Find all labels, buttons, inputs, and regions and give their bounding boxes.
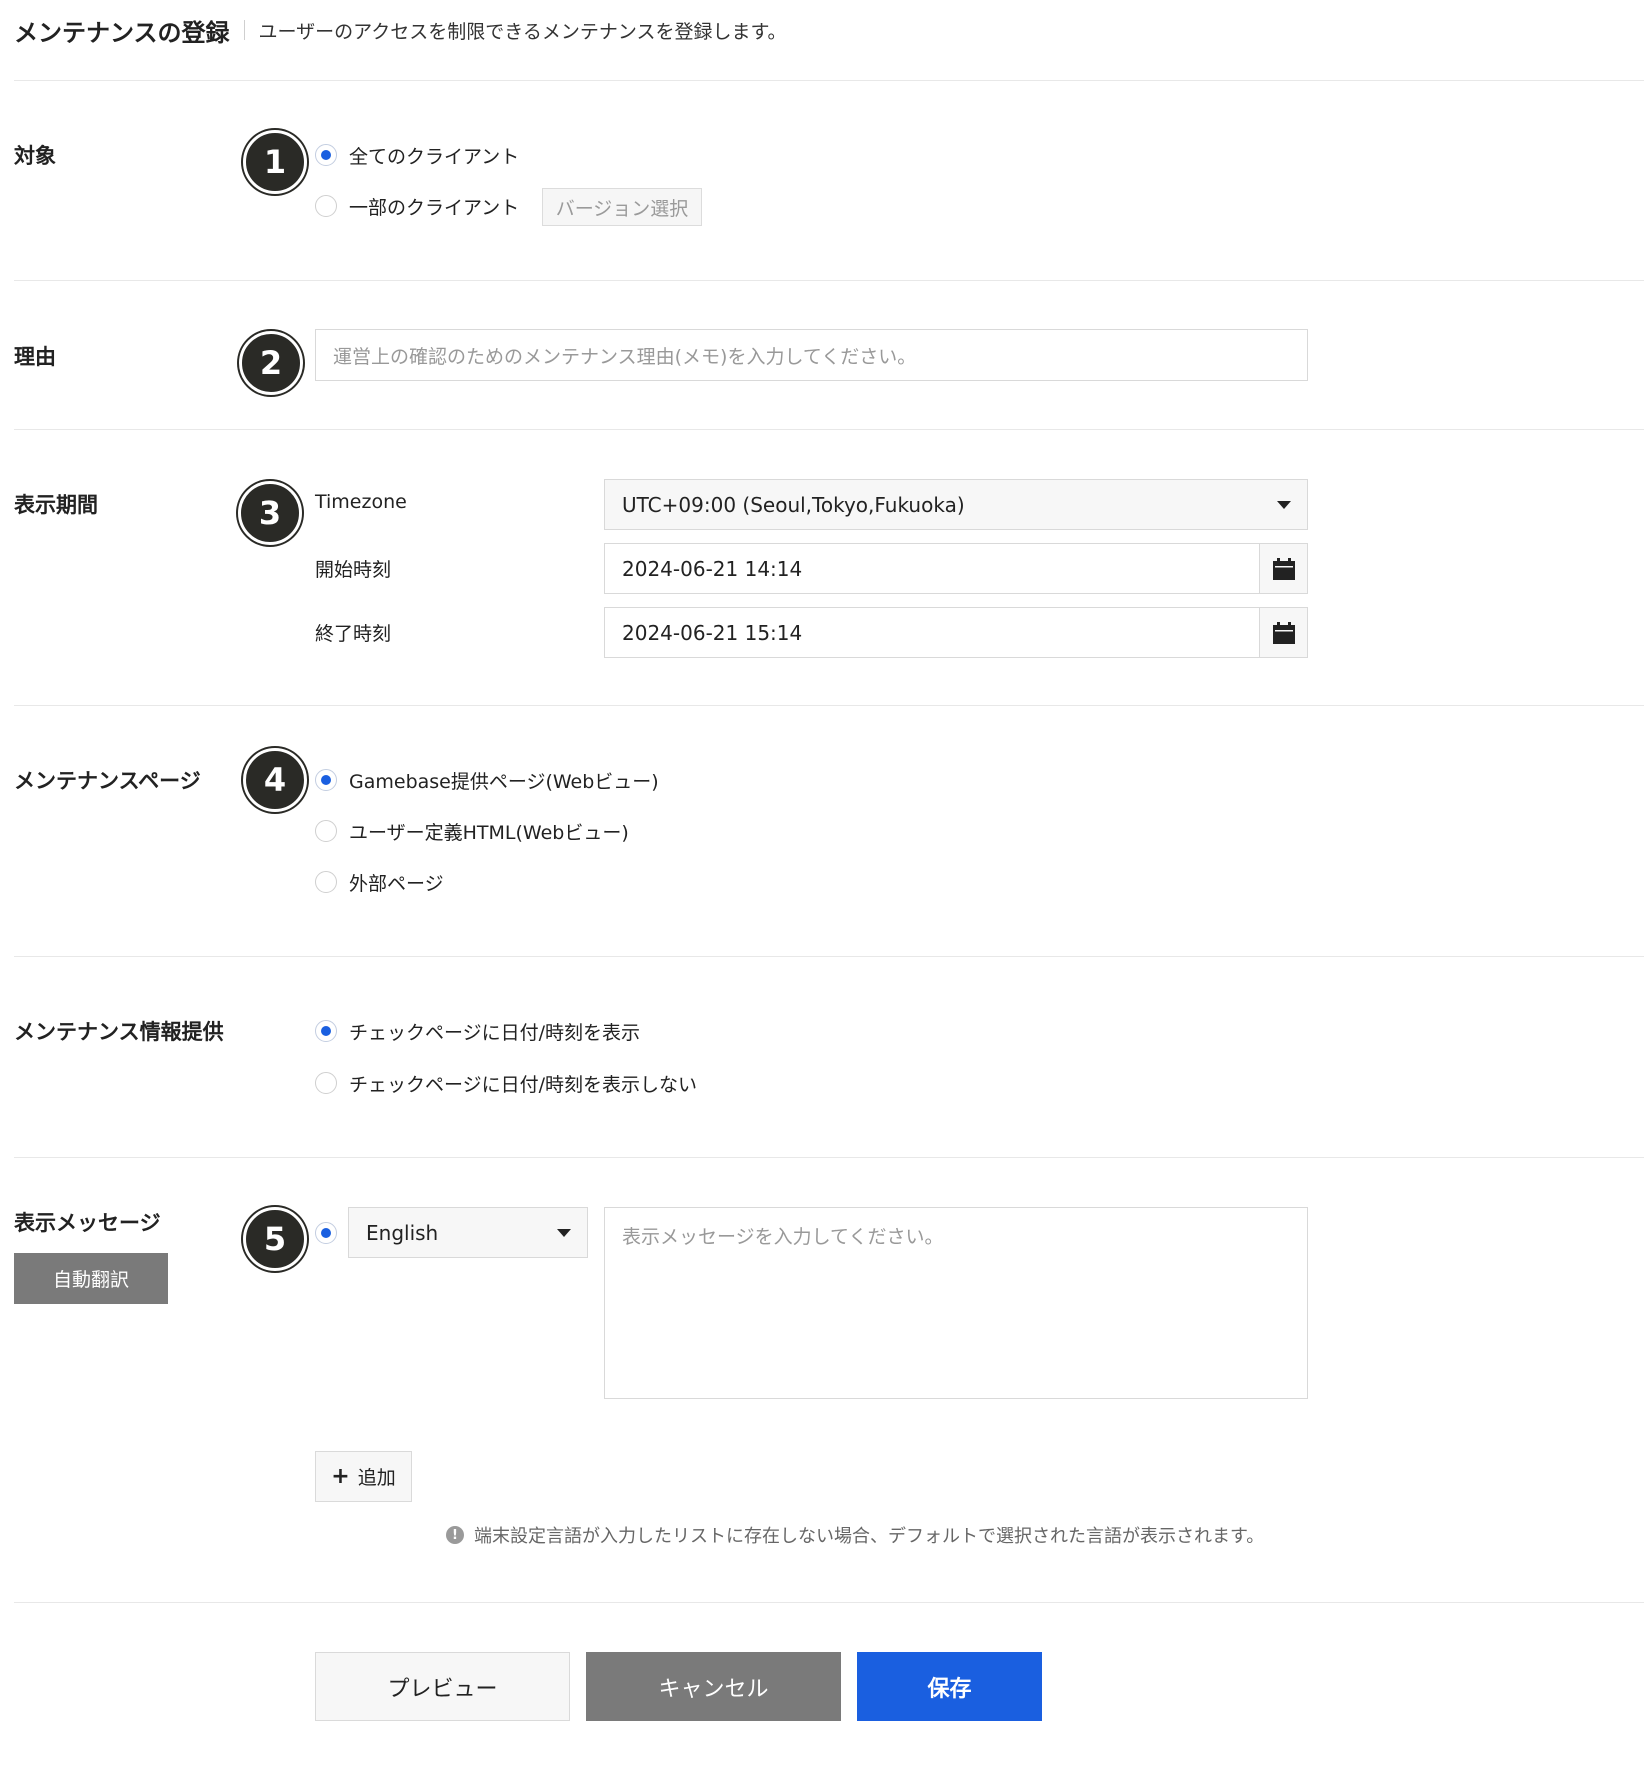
- radio-label: 一部のクライアント: [349, 196, 520, 219]
- radio-button[interactable]: [315, 769, 337, 791]
- maintenance-page-label: メンテナンスページ: [14, 769, 201, 793]
- divider: [14, 80, 1644, 81]
- radio-button[interactable]: [315, 144, 337, 166]
- radio-label: 外部ページ: [349, 872, 444, 895]
- radio-button[interactable]: [315, 820, 337, 842]
- caret-down-icon: [1277, 500, 1291, 509]
- radio-label: チェックページに日付/時刻を表示しない: [349, 1073, 698, 1096]
- radio-button[interactable]: [315, 1020, 337, 1042]
- info-icon: !: [446, 1526, 464, 1544]
- language-select[interactable]: English: [348, 1207, 588, 1258]
- divider: [14, 1157, 1644, 1158]
- start-time-value: 2024-06-21 14:14: [622, 556, 803, 581]
- step-badge-2: 2: [239, 331, 303, 395]
- calendar-icon: [1272, 621, 1295, 644]
- divider: [14, 956, 1644, 957]
- start-calendar-button[interactable]: [1259, 544, 1307, 593]
- radio-button[interactable]: [315, 1222, 337, 1244]
- step-badge-5: 5: [243, 1207, 307, 1271]
- page-title: メンテナンスの登録: [14, 18, 230, 47]
- end-time-label: 終了時刻: [315, 623, 392, 645]
- radio-all-clients[interactable]: 全てのクライアント: [315, 140, 519, 170]
- caret-down-icon: [557, 1228, 571, 1237]
- radio-label: ユーザー定義HTML(Webビュー): [349, 821, 629, 844]
- radio-button[interactable]: [315, 195, 337, 217]
- radio-show-datetime[interactable]: チェックページに日付/時刻を表示: [315, 1016, 640, 1046]
- save-button[interactable]: 保存: [857, 1652, 1042, 1721]
- divider: [14, 429, 1644, 430]
- message-textarea[interactable]: 表示メッセージを入力してください。: [604, 1207, 1308, 1399]
- radio-button[interactable]: [315, 1072, 337, 1094]
- end-time-input[interactable]: 2024-06-21 15:14: [604, 607, 1308, 658]
- plus-icon: +: [331, 1464, 350, 1489]
- radio-custom-html[interactable]: ユーザー定義HTML(Webビュー): [315, 816, 629, 846]
- radio-label: 全てのクライアント: [349, 145, 520, 168]
- divider: [14, 280, 1644, 281]
- version-select-button[interactable]: バージョン選択: [542, 188, 702, 226]
- radio-label: Gamebase提供ページ(Webビュー): [349, 770, 659, 793]
- reason-input[interactable]: 運営上の確認のためのメンテナンス理由(メモ)を入力してください。: [315, 329, 1308, 381]
- language-value: English: [366, 1220, 439, 1245]
- timezone-select[interactable]: UTC+09:00 (Seoul,Tokyo,Fukuoka): [604, 479, 1308, 530]
- radio-gamebase-page[interactable]: Gamebase提供ページ(Webビュー): [315, 765, 659, 795]
- language-notice: ! 端末設定言語が入力したリストに存在しない場合、デフォルトで選択された言語が表…: [446, 1522, 1264, 1548]
- step-badge-4: 4: [243, 748, 307, 812]
- calendar-icon: [1272, 557, 1295, 580]
- end-calendar-button[interactable]: [1259, 608, 1307, 657]
- end-time-value: 2024-06-21 15:14: [622, 620, 803, 645]
- cancel-button[interactable]: キャンセル: [586, 1652, 841, 1721]
- maintenance-info-label: メンテナンス情報提供: [14, 1020, 224, 1044]
- start-time-input[interactable]: 2024-06-21 14:14: [604, 543, 1308, 594]
- reason-label: 理由: [14, 345, 56, 369]
- radio-hide-datetime[interactable]: チェックページに日付/時刻を表示しない: [315, 1068, 697, 1098]
- notice-text: 端末設定言語が入力したリストに存在しない場合、デフォルトで選択された言語が表示さ…: [474, 1526, 1265, 1547]
- timezone-label: Timezone: [315, 491, 407, 513]
- preview-button[interactable]: プレビュー: [315, 1652, 570, 1721]
- add-language-button[interactable]: + 追加: [315, 1451, 412, 1502]
- step-badge-3: 3: [238, 481, 302, 545]
- auto-translate-button[interactable]: 自動翻訳: [14, 1253, 168, 1304]
- page-header: メンテナンスの登録 ユーザーのアクセスを制限できるメンテナンスを登録します。: [14, 10, 787, 50]
- radio-button[interactable]: [315, 871, 337, 893]
- timezone-value: UTC+09:00 (Seoul,Tokyo,Fukuoka): [622, 492, 965, 517]
- radio-default-language[interactable]: [315, 1218, 349, 1248]
- period-label: 表示期間: [14, 493, 98, 517]
- add-button-label: 追加: [357, 1467, 396, 1489]
- radio-label: チェックページに日付/時刻を表示: [349, 1021, 641, 1044]
- divider: [14, 1602, 1644, 1603]
- radio-external-page[interactable]: 外部ページ: [315, 867, 444, 897]
- start-time-label: 開始時刻: [315, 559, 392, 581]
- display-message-label: 表示メッセージ: [14, 1211, 161, 1235]
- header-divider: [243, 20, 245, 40]
- target-label: 対象: [14, 144, 56, 168]
- radio-some-clients[interactable]: 一部のクライアント: [315, 191, 519, 221]
- divider: [14, 705, 1644, 706]
- step-badge-1: 1: [243, 130, 307, 194]
- page-description: ユーザーのアクセスを制限できるメンテナンスを登録します。: [258, 20, 787, 43]
